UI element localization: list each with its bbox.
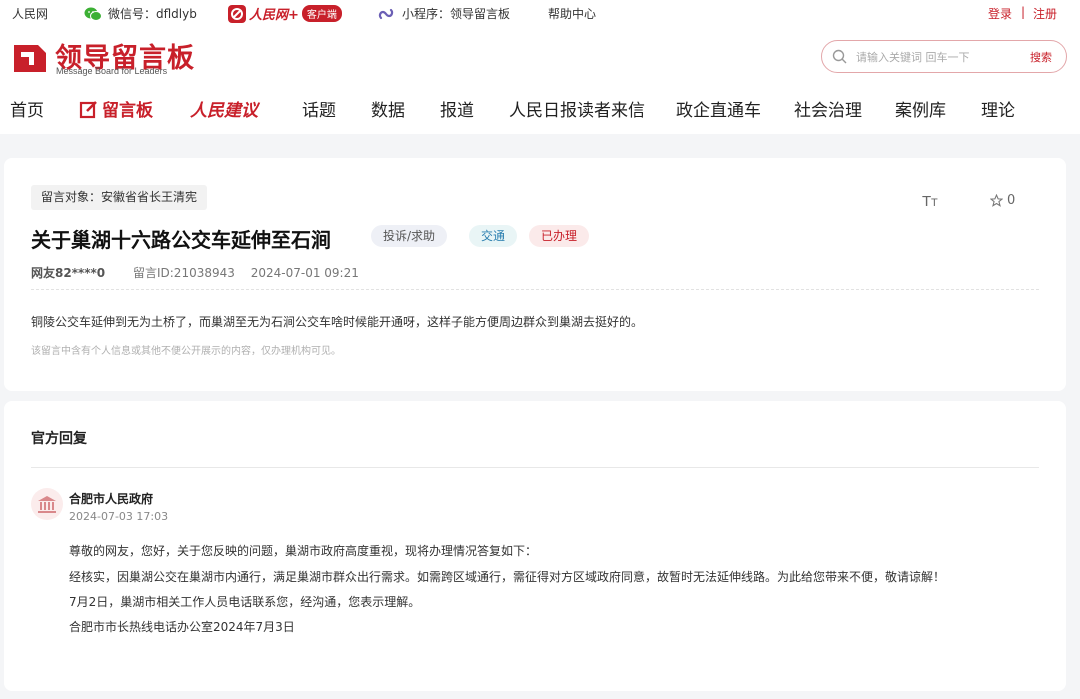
brand-logo-icon[interactable] bbox=[12, 40, 48, 74]
nav-message-board[interactable]: 留言板 bbox=[79, 96, 153, 121]
search-box: 搜索 bbox=[821, 40, 1067, 73]
nav-reports[interactable]: 报道 bbox=[440, 96, 474, 121]
miniprogram-icon bbox=[378, 8, 394, 19]
nav-home[interactable]: 首页 bbox=[10, 96, 44, 121]
top-bar: 人民网 微信号：dfldlyb 人民网+ 客户端 小程序：领导留言板 帮助中心 … bbox=[0, 0, 1080, 26]
app-logo-icon bbox=[228, 4, 246, 23]
message-title: 关于巢湖十六路公交车延伸至石涧 bbox=[31, 228, 331, 252]
reply-line: 合肥市市长热线电话办公室2024年7月3日 bbox=[69, 620, 295, 634]
miniprogram-info[interactable]: 小程序：领导留言板 bbox=[378, 5, 510, 22]
app-logo-text: 人民网+ bbox=[249, 8, 299, 23]
app-link[interactable]: 人民网+ 客户端 bbox=[228, 4, 342, 23]
svg-text:T: T bbox=[922, 193, 931, 209]
reply-org: 合肥市人民政府 bbox=[69, 492, 154, 506]
tag-complaint[interactable]: 投诉/求助 bbox=[371, 225, 448, 247]
search-button[interactable]: 搜索 bbox=[1030, 49, 1052, 65]
main-nav: 首页 留言板 人民建议 话题 数据 报道 人民日报读者来信 政企直通车 社会治理… bbox=[0, 96, 1080, 126]
reply-heading: 官方回复 bbox=[31, 431, 87, 447]
login-link[interactable]: 登录 bbox=[988, 5, 1012, 22]
message-id: 留言ID:21038943 bbox=[132, 266, 235, 280]
nav-social-governance[interactable]: 社会治理 bbox=[794, 96, 862, 121]
nav-theory[interactable]: 理论 bbox=[981, 96, 1015, 121]
meta-divider bbox=[31, 289, 1039, 290]
nav-reader-letters[interactable]: 人民日报读者来信 bbox=[509, 96, 645, 121]
nav-enterprise[interactable]: 政企直通车 bbox=[676, 96, 761, 121]
government-building-icon bbox=[38, 496, 56, 513]
nav-topics[interactable]: 话题 bbox=[302, 96, 336, 121]
reply-divider bbox=[31, 467, 1039, 468]
site-link[interactable]: 人民网 bbox=[12, 5, 48, 22]
message-content: 铜陵公交车延伸到无为土桥了，而巢湖至无为石涧公交车啥时候能开通呀，这样子能方便周… bbox=[31, 315, 644, 329]
reply-line: 尊敬的网友，您好，关于您反映的问题，巢湖市政府高度重视，现将办理情况答复如下： bbox=[69, 544, 538, 558]
reply-line: 7月2日，巢湖市相关工作人员电话联系您，经沟通，您表示理解。 bbox=[69, 595, 421, 609]
nav-message-board-label: 留言板 bbox=[102, 101, 153, 121]
app-badge: 客户端 bbox=[301, 5, 342, 22]
message-target: 留言对象：安徽省省长王清宪 bbox=[31, 185, 208, 210]
font-size-icon[interactable]: T T bbox=[922, 191, 942, 209]
message-user: 网友82****0 bbox=[31, 266, 106, 280]
message-meta: 网友82****0 留言ID:21038943 2024-07-01 09:21 bbox=[31, 264, 359, 281]
message-card: 留言对象：安徽省省长王清宪 T T 0 关于巢湖十六路公交车延伸至石涧 投诉/求… bbox=[4, 158, 1066, 391]
nav-people-suggestion[interactable]: 人民建议 bbox=[190, 96, 258, 121]
privacy-note: 该留言中含有个人信息或其他不便公开展示的内容，仅办理机构可见。 bbox=[31, 346, 341, 357]
favorite-button[interactable]: 0 bbox=[990, 193, 1015, 208]
brand-tagline: Message Board for Leaders bbox=[56, 66, 168, 76]
edit-icon bbox=[79, 100, 97, 118]
reply-line: 经核实，因巢湖公交在巢湖市内通行，满足巢湖市群众出行需求。如需跨区域通行，需征得… bbox=[69, 570, 946, 584]
wechat-info[interactable]: 微信号：dfldlyb bbox=[84, 5, 197, 22]
help-center-link[interactable]: 帮助中心 bbox=[548, 5, 596, 22]
reply-card: 官方回复 合肥市人民政府 2024-07-03 17:03 尊敬的网友，您好，关… bbox=[4, 401, 1066, 691]
tag-traffic[interactable]: 交通 bbox=[469, 225, 518, 247]
avatar bbox=[31, 488, 63, 520]
site-header: 领导留言板 Message Board for Leaders 搜索 首页 留言… bbox=[0, 26, 1080, 134]
nav-data[interactable]: 数据 bbox=[371, 96, 405, 121]
login-register-separator: | bbox=[1021, 5, 1026, 19]
wechat-label: 微信号：dfldlyb bbox=[108, 7, 197, 21]
status-badge: 已办理 bbox=[529, 225, 590, 247]
nav-case-library[interactable]: 案例库 bbox=[895, 96, 946, 121]
search-icon bbox=[832, 49, 847, 64]
reply-time: 2024-07-03 17:03 bbox=[69, 510, 169, 523]
favorite-count: 0 bbox=[1007, 193, 1016, 208]
wechat-icon bbox=[84, 7, 102, 21]
search-input[interactable] bbox=[856, 47, 1016, 67]
register-link[interactable]: 注册 bbox=[1033, 5, 1057, 22]
svg-text:T: T bbox=[931, 197, 938, 209]
message-time: 2024-07-01 09:21 bbox=[250, 266, 359, 280]
miniprogram-label: 小程序：领导留言板 bbox=[402, 7, 511, 21]
star-icon bbox=[990, 194, 1003, 207]
